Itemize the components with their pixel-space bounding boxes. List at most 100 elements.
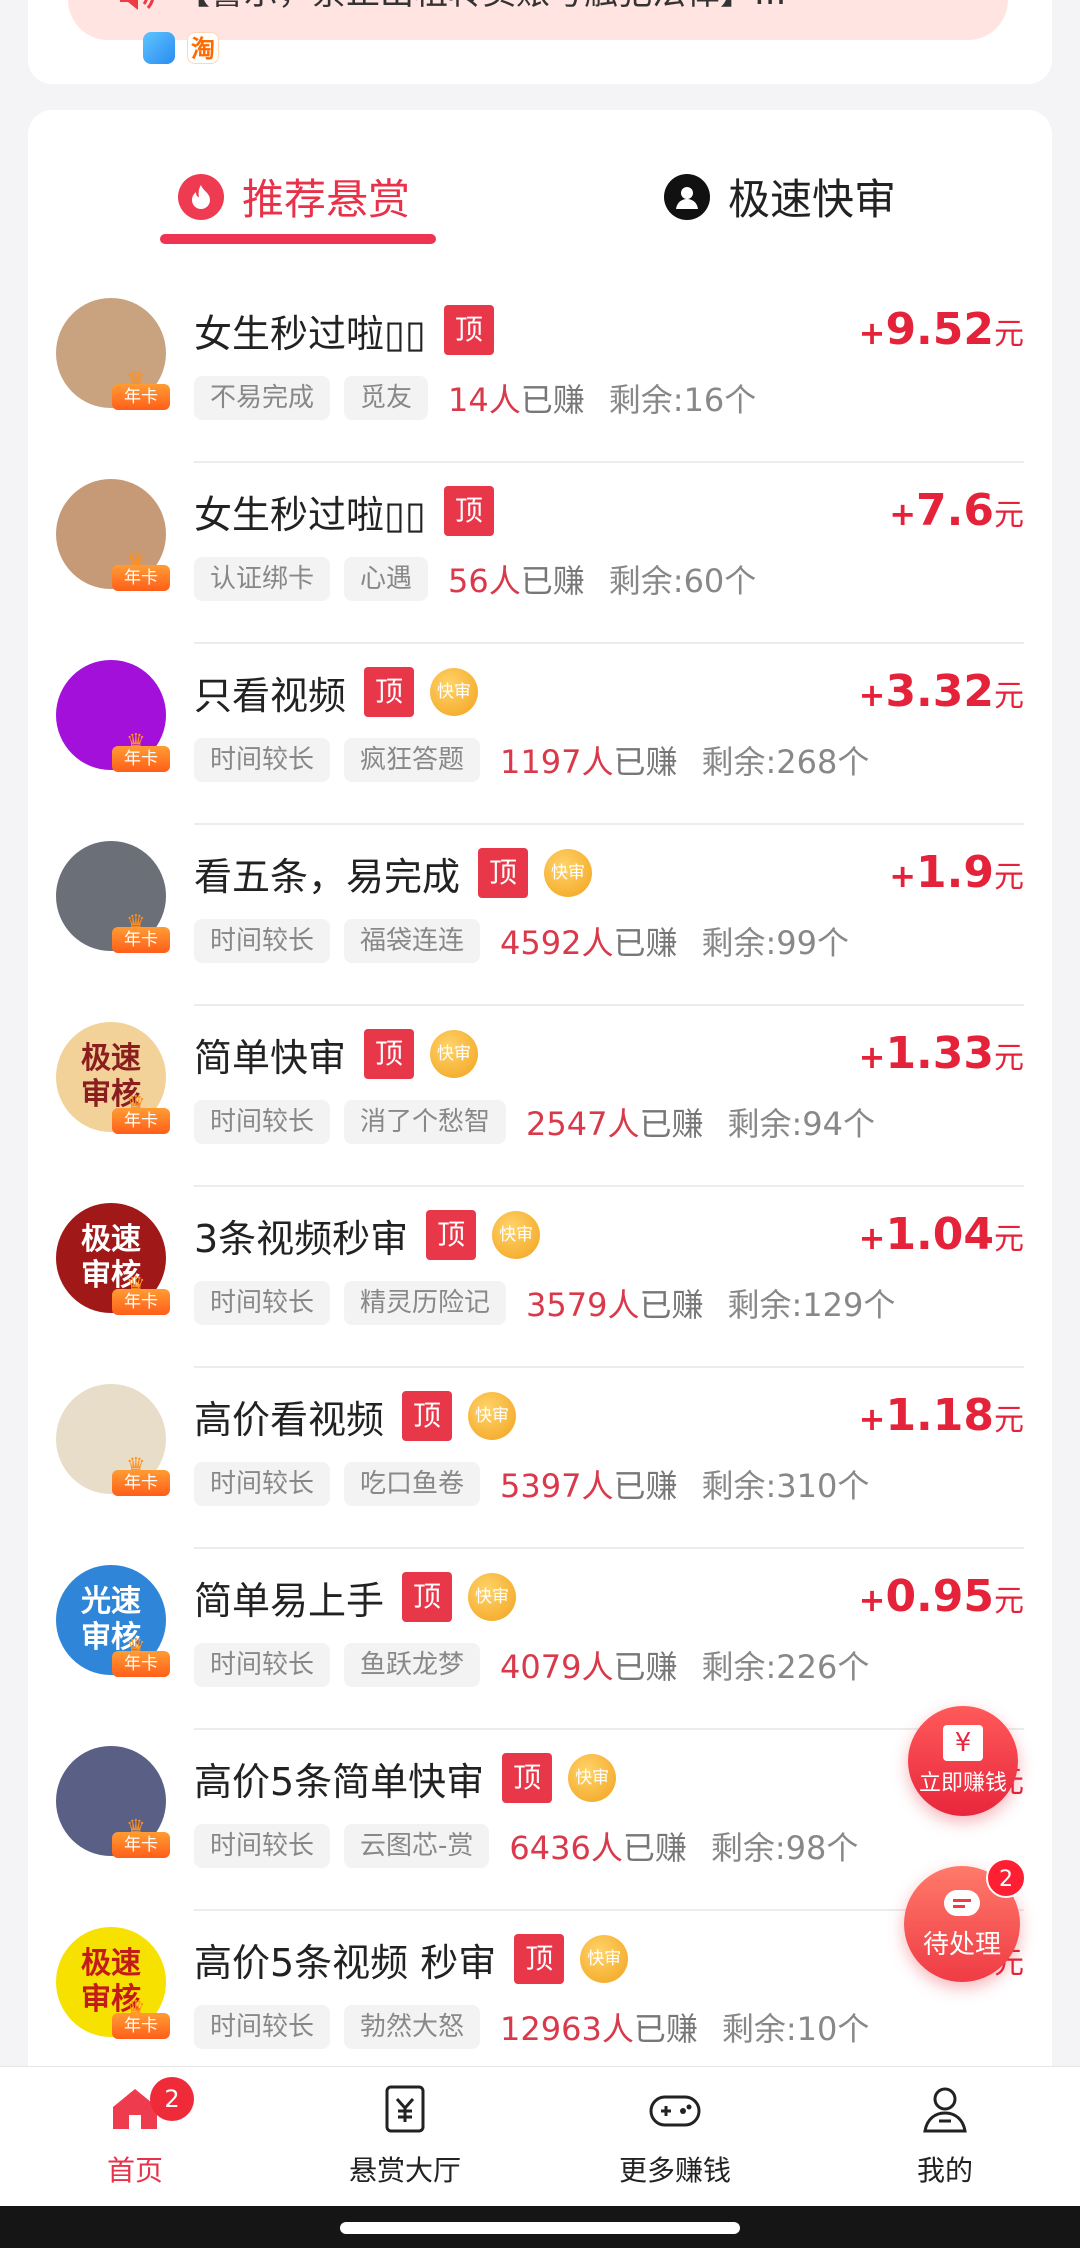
price-sign: +: [858, 1581, 886, 1619]
price-sign: +: [889, 857, 917, 895]
price-unit: 元: [994, 498, 1024, 533]
earned-suffix: 已赚: [613, 924, 678, 962]
annual-card-label: 年卡: [112, 565, 170, 591]
nav-home[interactable]: 首页 2: [0, 2067, 270, 2206]
price-amount: 1.18: [885, 1390, 994, 1441]
task-chip: 时间较长: [194, 1462, 331, 1506]
annual-card-badge: ♛ 年卡: [112, 1635, 170, 1677]
annual-card-label: 年卡: [112, 927, 170, 953]
reward-price: +1.33元: [859, 1028, 1024, 1079]
annual-card-label: 年卡: [112, 2013, 170, 2039]
annual-card-badge: ♛ 年卡: [112, 368, 170, 410]
fast-review-tag: 快审: [580, 1935, 629, 1983]
annual-card-label: 年卡: [112, 1108, 170, 1134]
task-row[interactable]: ♛ 年卡 看五条，易完成 顶 快审 时间较长 福袋连连 4592人已赚 剩余:9…: [28, 825, 1052, 1006]
top-tag: 顶: [402, 1572, 453, 1622]
top-tag: 顶: [514, 1934, 565, 1984]
notice-text: 【警示，禁止出租转卖账号触犯法律】...: [176, 0, 786, 14]
task-chip: 时间较长: [194, 1824, 331, 1868]
task-row[interactable]: ♛ 年卡 高价5条简单快审 顶 快审 时间较长 云图芯-赏 6436人已赚 剩余…: [28, 1730, 1052, 1911]
task-row[interactable]: ♛ 年卡 高价看视频 顶 快审 时间较长 吃口鱼卷 5397人已赚 剩余:310…: [28, 1368, 1052, 1549]
price-unit: 元: [994, 1222, 1024, 1257]
task-chip: 时间较长: [194, 738, 331, 782]
task-chip: 时间较长: [194, 1100, 331, 1144]
annual-card-label: 年卡: [112, 746, 170, 772]
remaining-count: 剩余:226个: [701, 1648, 870, 1686]
task-chip: 心遇: [344, 557, 429, 601]
price-sign: +: [858, 314, 886, 352]
task-list: ♛ 年卡 女生秒过啦▯▯ 顶 不易完成 觅友 14人已赚 剩余:16个 +9.5…: [28, 282, 1052, 2092]
nav-profile[interactable]: 我的: [810, 2067, 1080, 2206]
earned-count: 4079人已赚: [500, 1642, 677, 1688]
earned-suffix: 已赚: [622, 1829, 687, 1867]
price-amount: 1.04: [885, 1209, 994, 1260]
earned-suffix: 已赚: [613, 1467, 678, 1505]
price-unit: 元: [994, 1041, 1024, 1076]
earned-suffix: 已赚: [639, 1105, 704, 1143]
top-tag: 顶: [502, 1753, 553, 1803]
task-row[interactable]: ♛ 年卡 女生秒过啦▯▯ 顶 认证绑卡 心遇 56人已赚 剩余:60个 +7.6…: [28, 463, 1052, 644]
annual-card-label: 年卡: [112, 384, 170, 410]
nav-label: 我的: [916, 2154, 973, 2187]
reward-price: +7.6元: [889, 485, 1024, 536]
top-tag: 顶: [364, 667, 415, 717]
earned-number: 4079人: [500, 1648, 614, 1686]
annual-card-badge: ♛ 年卡: [112, 1092, 170, 1134]
task-chip: 时间较长: [194, 2005, 331, 2049]
annual-card-badge: ♛ 年卡: [112, 730, 170, 772]
price-unit: 元: [994, 1584, 1024, 1619]
earned-number: 2547人: [526, 1105, 640, 1143]
tab-label: 极速快审: [728, 175, 897, 224]
price-sign: +: [858, 676, 886, 714]
task-row[interactable]: ♛ 年卡 只看视频 顶 快审 时间较长 疯狂答题 1197人已赚 剩余:268个…: [28, 644, 1052, 825]
tab-recommended[interactable]: 推荐悬赏: [178, 166, 410, 227]
task-row[interactable]: 极速审核 ♛ 年卡 简单快审 顶 快审 时间较长 消了个愁智 2547人已赚 剩…: [28, 1006, 1052, 1187]
top-tag: 顶: [478, 848, 529, 898]
task-title: 看五条，易完成: [194, 854, 461, 899]
tab-underline: [160, 234, 436, 244]
reward-price: +0.95元: [859, 1571, 1024, 1622]
remaining-count: 剩余:99个: [701, 924, 850, 962]
remaining-count: 剩余:10个: [721, 2010, 870, 2048]
pending-count-badge: 2: [986, 1858, 1026, 1898]
price-amount: 0.95: [885, 1571, 994, 1622]
earned-count: 2547人已赚: [526, 1099, 703, 1145]
app-icon-blue[interactable]: [143, 32, 175, 64]
earned-count: 4592人已赚: [500, 918, 677, 964]
pending-button[interactable]: 待处理 2: [904, 1858, 1026, 1982]
task-title: 3条视频秒审: [194, 1216, 409, 1261]
task-row[interactable]: 极速审核 ♛ 年卡 高价5条视频 秒审 顶 快审 时间较长 勃然大怒 12963…: [28, 1911, 1052, 2092]
task-chip: 觅友: [344, 376, 429, 420]
annual-card-badge: ♛ 年卡: [112, 1816, 170, 1858]
earn-now-button[interactable]: ¥ 立即赚钱: [908, 1706, 1018, 1816]
nav-more-earn[interactable]: 更多赚钱: [540, 2067, 810, 2206]
annual-card-badge: ♛ 年卡: [112, 911, 170, 953]
earned-count: 14人已赚: [448, 375, 585, 421]
earned-suffix: 已赚: [633, 2010, 698, 2048]
earned-suffix: 已赚: [613, 743, 678, 781]
annual-card-label: 年卡: [112, 1832, 170, 1858]
price-amount: 9.52: [885, 304, 994, 355]
tab-fast-review[interactable]: 极速快审: [664, 166, 896, 227]
earned-count: 6436人已赚: [509, 1823, 686, 1869]
gamepad-icon: [649, 2095, 701, 2127]
yuan-icon: ¥: [943, 1725, 983, 1761]
price-amount: 1.33: [885, 1028, 994, 1079]
annual-card-label: 年卡: [112, 1289, 170, 1315]
nav-reward-hall[interactable]: 悬赏大厅: [270, 2067, 540, 2206]
task-row[interactable]: ♛ 年卡 女生秒过啦▯▯ 顶 不易完成 觅友 14人已赚 剩余:16个 +9.5…: [28, 282, 1052, 463]
task-row[interactable]: 光速审核 ♛ 年卡 简单易上手 顶 快审 时间较长 鱼跃龙梦 4079人已赚 剩…: [28, 1549, 1052, 1730]
profile-icon: [923, 2087, 967, 2133]
taobao-icon[interactable]: 淘: [187, 32, 219, 64]
remaining-count: 剩余:310个: [701, 1467, 870, 1505]
task-title: 简单易上手: [194, 1578, 385, 1623]
earned-count: 56人已赚: [448, 556, 585, 602]
task-chip: 云图芯-赏: [344, 1824, 490, 1868]
earned-suffix: 已赚: [613, 1648, 678, 1686]
earned-number: 56人: [448, 562, 521, 600]
home-indicator[interactable]: [340, 2222, 740, 2234]
task-chip: 勃然大怒: [344, 2005, 481, 2049]
task-row[interactable]: 极速审核 ♛ 年卡 3条视频秒审 顶 快审 时间较长 精灵历险记 3579人已赚…: [28, 1187, 1052, 1368]
task-chip: 鱼跃龙梦: [344, 1643, 481, 1687]
task-chip: 精灵历险记: [344, 1281, 507, 1325]
